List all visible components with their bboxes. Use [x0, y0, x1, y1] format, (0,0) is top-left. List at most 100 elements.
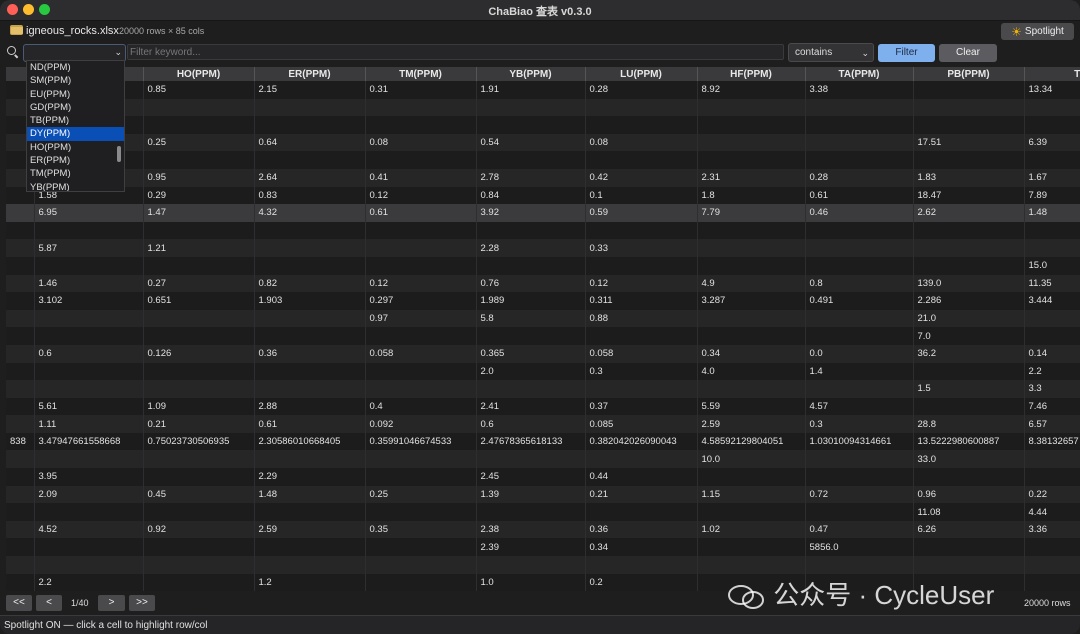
table-cell[interactable] [585, 327, 698, 345]
table-cell[interactable] [143, 221, 255, 240]
table-cell[interactable]: 2.30586010668405 [254, 432, 366, 451]
table-cell[interactable] [34, 327, 144, 345]
table-cell[interactable] [365, 468, 477, 486]
table-cell[interactable]: 2.59 [254, 520, 366, 539]
table-cell[interactable] [476, 151, 586, 169]
table-cell[interactable]: 2.31 [697, 168, 806, 187]
table-cell[interactable] [805, 256, 914, 275]
table-row[interactable]: 15.0 [6, 256, 1080, 275]
table-cell[interactable] [585, 503, 698, 521]
table-cell[interactable] [585, 256, 698, 275]
table-cell[interactable]: 0.31 [365, 81, 477, 99]
table-cell[interactable] [6, 397, 35, 416]
table-cell[interactable]: 2.15 [254, 81, 366, 99]
table-cell[interactable] [476, 556, 586, 574]
table-cell[interactable]: 0.88 [585, 309, 698, 328]
table-cell[interactable]: 0.54 [476, 133, 586, 152]
table-cell[interactable]: 6.57 [1024, 415, 1080, 433]
table-row[interactable]: 1.58 0.29 0.83 0.12 0.84 0.1 1.8 0.61 18.47 7.89 [6, 186, 1080, 205]
table-cell[interactable] [476, 503, 586, 521]
table-cell[interactable] [34, 309, 144, 328]
table-cell[interactable]: 2.59 [697, 415, 806, 433]
table-cell[interactable] [365, 327, 477, 345]
table-cell[interactable] [6, 485, 35, 504]
table-cell[interactable]: 0.95 [143, 168, 255, 187]
table-cell[interactable]: 0.33 [585, 239, 698, 257]
table-cell[interactable] [365, 256, 477, 275]
table-cell[interactable]: 8.38132657 [1024, 432, 1080, 451]
table-cell[interactable] [365, 151, 477, 169]
table-cell[interactable] [913, 151, 1025, 169]
table-cell[interactable]: 0.97 [365, 309, 477, 328]
table-cell[interactable]: 0.12 [585, 274, 698, 293]
dropdown-item[interactable]: ND(PPM) [27, 61, 124, 74]
table-cell[interactable] [1024, 573, 1080, 592]
table-cell[interactable] [585, 98, 698, 117]
table-cell[interactable] [805, 151, 914, 169]
table-cell[interactable] [254, 116, 366, 134]
table-row[interactable] [6, 556, 1080, 574]
table-cell[interactable]: 2.41 [476, 397, 586, 416]
table-cell[interactable] [365, 98, 477, 117]
table-cell[interactable] [697, 116, 806, 134]
table-cell[interactable] [1024, 327, 1080, 345]
table-row[interactable] [6, 151, 1080, 169]
table-cell[interactable] [913, 221, 1025, 240]
table-cell[interactable] [1024, 239, 1080, 257]
table-cell[interactable]: 3.444 [1024, 292, 1080, 310]
table-cell[interactable]: 2.47678365618133 [476, 432, 586, 451]
table-cell[interactable]: 0.21 [585, 485, 698, 504]
table-cell[interactable] [143, 450, 255, 469]
next-page-button[interactable]: > [98, 595, 125, 611]
table-cell[interactable]: 1.5 [913, 380, 1025, 398]
table-cell[interactable]: 3.3 [1024, 380, 1080, 398]
table-row[interactable] [6, 221, 1080, 240]
table-cell[interactable] [585, 556, 698, 574]
table-cell[interactable]: 11.08 [913, 503, 1025, 521]
table-row[interactable]: 11.08 4.44 [6, 503, 1080, 521]
table-cell[interactable]: 0.59 [585, 204, 698, 222]
dropdown-item[interactable]: TB(PPM) [27, 114, 124, 127]
table-cell[interactable] [913, 98, 1025, 117]
table-cell[interactable]: 0.4 [365, 397, 477, 416]
table-cell[interactable] [6, 309, 35, 328]
table-cell[interactable]: 2.39 [476, 538, 586, 557]
table-cell[interactable]: 0.35 [365, 520, 477, 539]
table-cell[interactable] [365, 503, 477, 521]
table-cell[interactable]: 8.92 [697, 81, 806, 99]
table-cell[interactable]: 21.0 [913, 309, 1025, 328]
table-cell[interactable] [805, 221, 914, 240]
table-cell[interactable] [913, 556, 1025, 574]
table-cell[interactable]: 0.47 [805, 520, 914, 539]
table-cell[interactable] [143, 98, 255, 117]
table-cell[interactable]: 1.09 [143, 397, 255, 416]
table-cell[interactable]: 2.78 [476, 168, 586, 187]
table-cell[interactable]: 1.47 [143, 204, 255, 222]
table-cell[interactable] [34, 556, 144, 574]
table-row[interactable]: 0.25 0.64 0.08 0.54 0.08 17.51 6.39 [6, 133, 1080, 152]
column-header[interactable]: HF(PPM) [697, 67, 806, 81]
table-cell[interactable] [365, 573, 477, 592]
table-cell[interactable]: 0.365 [476, 344, 586, 363]
table-cell[interactable] [143, 116, 255, 134]
table-cell[interactable]: 2.62 [913, 204, 1025, 222]
table-cell[interactable]: 17.51 [913, 133, 1025, 152]
table-cell[interactable] [697, 503, 806, 521]
table-cell[interactable] [1024, 221, 1080, 240]
table-cell[interactable] [1024, 309, 1080, 328]
table-cell[interactable]: 2.38 [476, 520, 586, 539]
table-cell[interactable]: 1.46 [34, 274, 144, 293]
table-cell[interactable] [143, 309, 255, 328]
table-cell[interactable] [6, 503, 35, 521]
table-cell[interactable]: 2.0 [476, 362, 586, 381]
table-cell[interactable]: 0.82 [254, 274, 366, 293]
table-cell[interactable] [6, 239, 35, 257]
table-cell[interactable] [585, 116, 698, 134]
table-cell[interactable]: 0.25 [143, 133, 255, 152]
table-cell[interactable]: 0.61 [365, 204, 477, 222]
table-cell[interactable] [143, 468, 255, 486]
table-cell[interactable]: 0.76 [476, 274, 586, 293]
table-cell[interactable] [1024, 538, 1080, 557]
table-cell[interactable] [254, 309, 366, 328]
table-cell[interactable] [697, 468, 806, 486]
